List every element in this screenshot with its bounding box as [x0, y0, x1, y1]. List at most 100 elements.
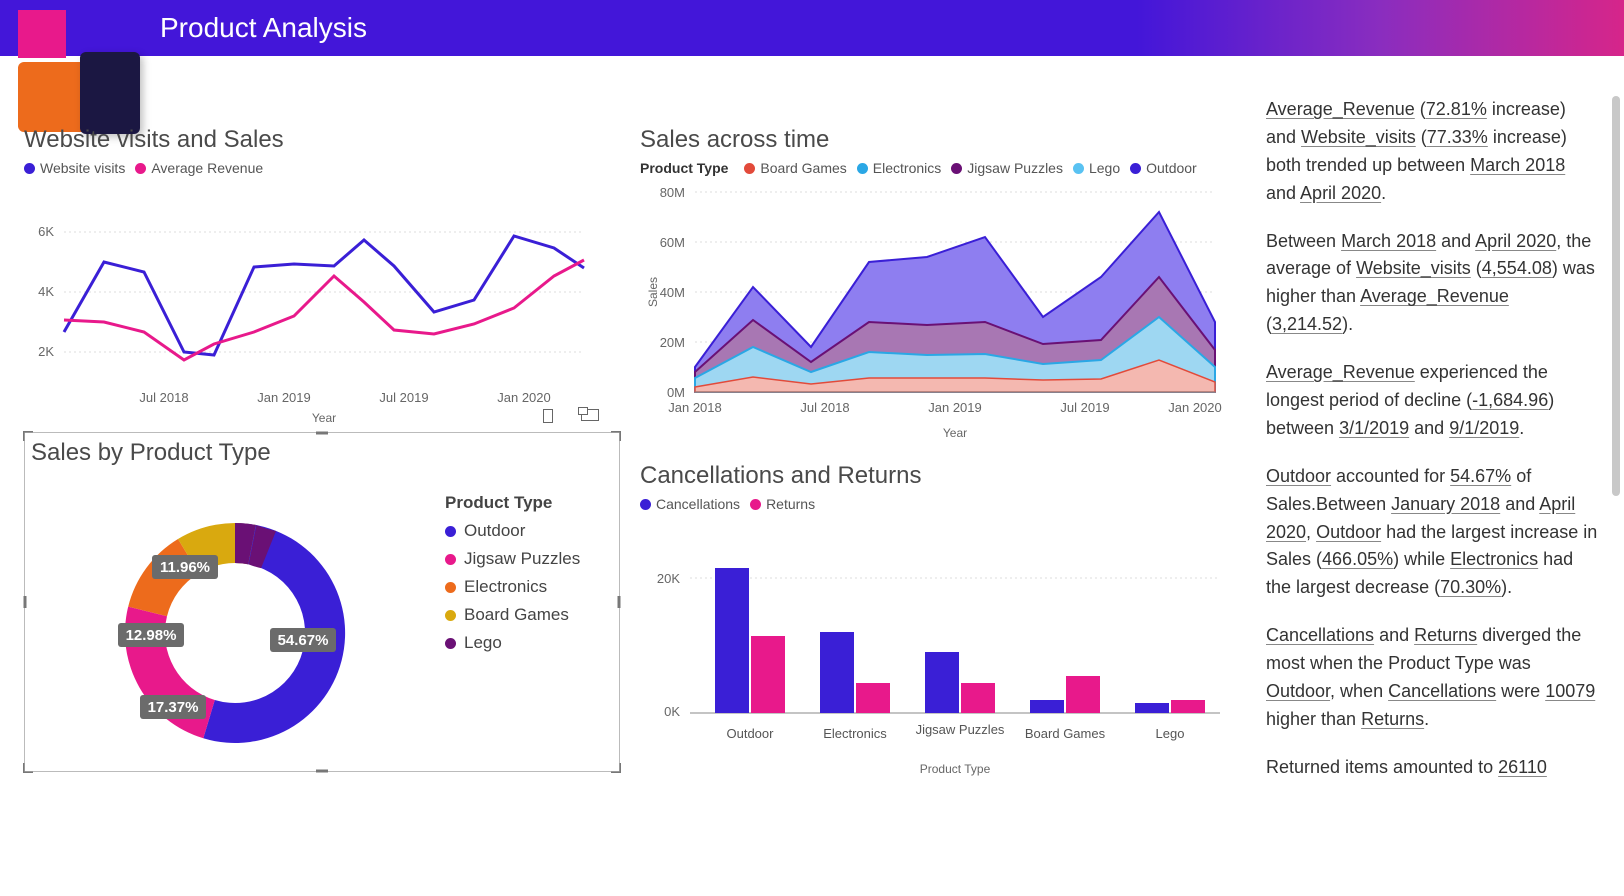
- resize-handle[interactable]: [314, 757, 330, 773]
- brand-logo: [18, 12, 128, 122]
- resize-handle[interactable]: [605, 431, 621, 447]
- legend-website-visits[interactable]: Website visits: [24, 160, 125, 176]
- svg-text:4K: 4K: [38, 284, 54, 299]
- svg-text:6K: 6K: [38, 224, 54, 239]
- legend-lego[interactable]: Lego: [1073, 160, 1120, 176]
- legend-outdoor[interactable]: Outdoor: [445, 521, 580, 541]
- dot-icon: [445, 582, 456, 593]
- legend-outdoor[interactable]: Outdoor: [1130, 160, 1197, 176]
- visual-toolbar: [543, 409, 599, 423]
- svg-text:40M: 40M: [660, 285, 685, 300]
- svg-text:Jan 2020: Jan 2020: [497, 390, 551, 405]
- resize-handle[interactable]: [605, 757, 621, 773]
- dot-icon: [445, 554, 456, 565]
- chart2-svg: 80M 60M 40M 20M 0M Sales Jan 2: [640, 182, 1240, 452]
- chart3-legend: Product Type Outdoor Jigsaw Puzzles Elec…: [445, 493, 580, 661]
- chart2-legend: Product Type Board Games Electronics Jig…: [640, 160, 1240, 176]
- narrative-p3: Average_Revenue experienced the longest …: [1266, 359, 1600, 443]
- svg-text:Board Games: Board Games: [1025, 726, 1106, 741]
- svg-text:Jigsaw Puzzles: Jigsaw Puzzles: [916, 722, 1005, 737]
- dot-icon: [951, 163, 962, 174]
- svg-text:12.98%: 12.98%: [126, 627, 177, 644]
- smart-narrative: Average_Revenue (72.81% increase) and We…: [1250, 56, 1624, 896]
- chart1-title: Website visits and Sales: [24, 126, 620, 154]
- svg-text:17.37%: 17.37%: [148, 699, 199, 716]
- svg-text:20K: 20K: [657, 571, 680, 586]
- chart4-title: Cancellations and Returns: [640, 462, 1240, 490]
- legend-jigsaw[interactable]: Jigsaw Puzzles: [445, 549, 580, 569]
- dot-icon: [1073, 163, 1084, 174]
- chart1-svg: 6K 4K 2K Jul 2018 Jan 2019 Jul 2019 Jan …: [24, 182, 604, 422]
- dot-icon: [750, 499, 761, 510]
- resize-handle[interactable]: [23, 594, 39, 610]
- resize-handle[interactable]: [23, 757, 39, 773]
- svg-text:Jul 2019: Jul 2019: [379, 390, 428, 405]
- dot-icon: [445, 638, 456, 649]
- legend-heading: Product Type: [640, 160, 728, 176]
- logo-block-navy: [80, 52, 140, 134]
- svg-text:Jul 2019: Jul 2019: [1060, 400, 1109, 415]
- dot-icon: [445, 610, 456, 621]
- svg-text:20M: 20M: [660, 335, 685, 350]
- narrative-p2: Between March 2018 and April 2020, the a…: [1266, 228, 1600, 340]
- dot-icon: [445, 526, 456, 537]
- svg-text:11.96%: 11.96%: [160, 559, 210, 576]
- chart-sales-across-time[interactable]: Sales across time Product Type Board Gam…: [640, 126, 1240, 452]
- svg-text:Jul 2018: Jul 2018: [800, 400, 849, 415]
- legend-cancellations[interactable]: Cancellations: [640, 496, 740, 512]
- narrative-p6: Returned items amounted to 26110: [1266, 754, 1600, 782]
- svg-text:Jul 2018: Jul 2018: [139, 390, 188, 405]
- focus-mode-icon[interactable]: [581, 409, 599, 421]
- donut-svg: 54.67% 17.37% 12.98% 11.96%: [25, 473, 425, 773]
- filter-icon[interactable]: [543, 409, 553, 423]
- scrollbar[interactable]: [1612, 96, 1620, 496]
- chart4-svg: 20K 0K: [640, 518, 1240, 798]
- svg-text:Jan 2018: Jan 2018: [668, 400, 722, 415]
- resize-handle[interactable]: [314, 431, 330, 447]
- legend-board-games[interactable]: Board Games: [744, 160, 846, 176]
- page-header: Product Analysis: [0, 0, 1624, 56]
- logo-block-orange: [18, 62, 88, 132]
- svg-text:0K: 0K: [664, 704, 680, 719]
- narrative-p5: Cancellations and Returns diverged the m…: [1266, 622, 1600, 734]
- dot-icon: [1130, 163, 1141, 174]
- svg-text:2K: 2K: [38, 344, 54, 359]
- svg-text:Lego: Lego: [1156, 726, 1185, 741]
- dot-icon: [744, 163, 755, 174]
- svg-text:Jan 2019: Jan 2019: [928, 400, 982, 415]
- legend-electronics[interactable]: Electronics: [445, 577, 580, 597]
- svg-text:Sales: Sales: [646, 277, 660, 307]
- svg-text:0M: 0M: [667, 385, 685, 400]
- narrative-p4: Outdoor accounted for 54.67% of Sales.Be…: [1266, 463, 1600, 602]
- svg-text:60M: 60M: [660, 235, 685, 250]
- svg-text:Jan 2019: Jan 2019: [257, 390, 311, 405]
- chart2-title: Sales across time: [640, 126, 1240, 154]
- legend-average-revenue[interactable]: Average Revenue: [135, 160, 263, 176]
- narrative-p1: Average_Revenue (72.81% increase) and We…: [1266, 96, 1600, 208]
- chart4-legend: Cancellations Returns: [640, 496, 1240, 512]
- svg-text:54.67%: 54.67%: [278, 632, 329, 649]
- resize-handle[interactable]: [605, 594, 621, 610]
- svg-text:Year: Year: [943, 426, 967, 440]
- legend-lego[interactable]: Lego: [445, 633, 580, 653]
- page-title: Product Analysis: [160, 12, 367, 44]
- legend-electronics[interactable]: Electronics: [857, 160, 941, 176]
- legend-heading: Product Type: [445, 493, 580, 513]
- chart-sales-by-product-type[interactable]: Sales by Product Type 54.67: [24, 432, 620, 772]
- svg-text:Jan 2020: Jan 2020: [1168, 400, 1222, 415]
- svg-text:Electronics: Electronics: [823, 726, 887, 741]
- dot-icon: [24, 163, 35, 174]
- svg-text:Product Type: Product Type: [920, 762, 991, 776]
- legend-board-games[interactable]: Board Games: [445, 605, 580, 625]
- chart-cancellations-returns[interactable]: Cancellations and Returns Cancellations …: [640, 462, 1240, 798]
- dot-icon: [857, 163, 868, 174]
- chart-website-visits-sales[interactable]: Website visits and Sales Website visits …: [24, 126, 620, 422]
- svg-text:Outdoor: Outdoor: [727, 726, 775, 741]
- legend-returns[interactable]: Returns: [750, 496, 815, 512]
- dot-icon: [135, 163, 146, 174]
- resize-handle[interactable]: [23, 431, 39, 447]
- legend-jigsaw[interactable]: Jigsaw Puzzles: [951, 160, 1063, 176]
- svg-text:Year: Year: [312, 411, 336, 422]
- svg-text:80M: 80M: [660, 185, 685, 200]
- chart1-legend: Website visits Average Revenue: [24, 160, 620, 176]
